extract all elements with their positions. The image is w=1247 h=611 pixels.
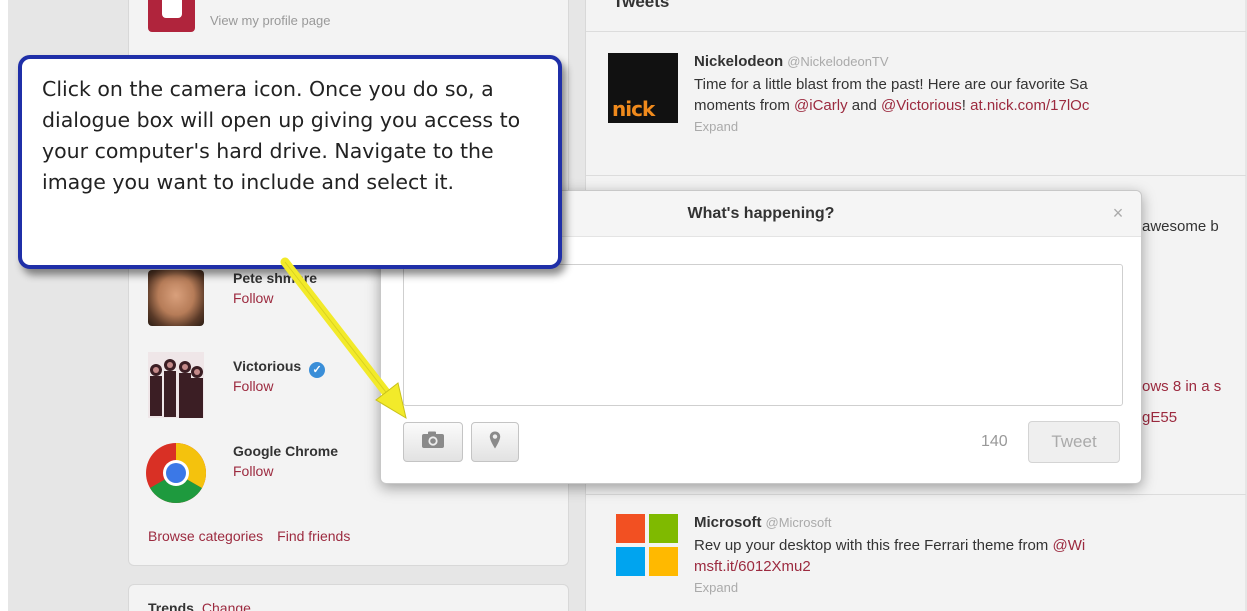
suggestion-name[interactable]: Google Chrome (233, 443, 338, 459)
tweet-url-link[interactable]: msft.it/6012Xmu2 (694, 558, 811, 575)
tweet-button[interactable]: Tweet (1028, 421, 1120, 463)
divider (586, 494, 1246, 495)
tweet-textarea[interactable] (403, 264, 1123, 406)
mention-link[interactable]: @Victorious (881, 97, 962, 114)
tweet-text: Rev up your desktop with this free Ferra… (694, 537, 1086, 595)
add-location-button[interactable] (471, 422, 519, 462)
suggestion-avatar[interactable] (146, 443, 207, 504)
mention-link[interactable]: @iCarly (794, 97, 848, 114)
trends-change-link[interactable]: Change (202, 600, 251, 611)
tweet-avatar[interactable] (616, 514, 678, 576)
camera-icon (421, 431, 445, 454)
tweet-text: Time for a little blast from the past! H… (694, 76, 1090, 134)
suggestion-avatar[interactable] (148, 270, 204, 326)
find-friends-link[interactable]: Find friends (277, 528, 350, 544)
tweets-heading: Tweets (613, 0, 670, 11)
instruction-callout: Click on the camera icon. Once you do so… (18, 55, 562, 269)
tweet-text-fragment: awesome b (1142, 218, 1219, 235)
mention-link[interactable]: @Wi (1052, 537, 1085, 554)
trends-header: Trends Change (148, 600, 251, 611)
expand-link[interactable]: Expand (694, 580, 738, 595)
screenshot-stage: View my profile page Pete shmore Follow … (0, 0, 1247, 611)
divider (586, 175, 1246, 176)
suggestion-avatar[interactable] (148, 352, 204, 418)
close-icon[interactable]: × (1108, 203, 1128, 223)
follow-button[interactable]: Follow (233, 463, 273, 479)
tweet-url-link[interactable]: at.nick.com/17lOc (970, 97, 1089, 114)
suggestion-name[interactable]: Victorious ✓ (233, 358, 326, 378)
expand-link[interactable]: Expand (694, 119, 738, 134)
tweet-author[interactable]: Microsoft @Microsoft (694, 514, 831, 531)
callout-text: Click on the camera icon. Once you do so… (42, 77, 521, 194)
suggestion-name[interactable]: Pete shmore (233, 270, 317, 286)
divider (586, 31, 1246, 32)
tweet-link-fragment[interactable]: gE55 (1142, 409, 1177, 426)
follow-button[interactable]: Follow (233, 290, 273, 306)
verified-badge-icon: ✓ (309, 362, 326, 378)
browse-categories-link[interactable]: Browse categories (148, 528, 263, 544)
character-counter: 140 (981, 433, 1008, 450)
follow-button[interactable]: Follow (233, 378, 273, 394)
location-pin-icon (489, 431, 501, 454)
sidebar-links: Browse categories Find friends (148, 528, 364, 544)
tweet-text-fragment: ows 8 in a s (1142, 378, 1222, 395)
profile-avatar[interactable] (148, 0, 195, 32)
add-photo-button[interactable] (403, 422, 463, 462)
view-profile-link[interactable]: View my profile page (210, 13, 330, 28)
tweet-author[interactable]: Nickelodeon @NickelodeonTV (694, 53, 889, 70)
tweet-avatar[interactable]: nick (608, 53, 678, 123)
